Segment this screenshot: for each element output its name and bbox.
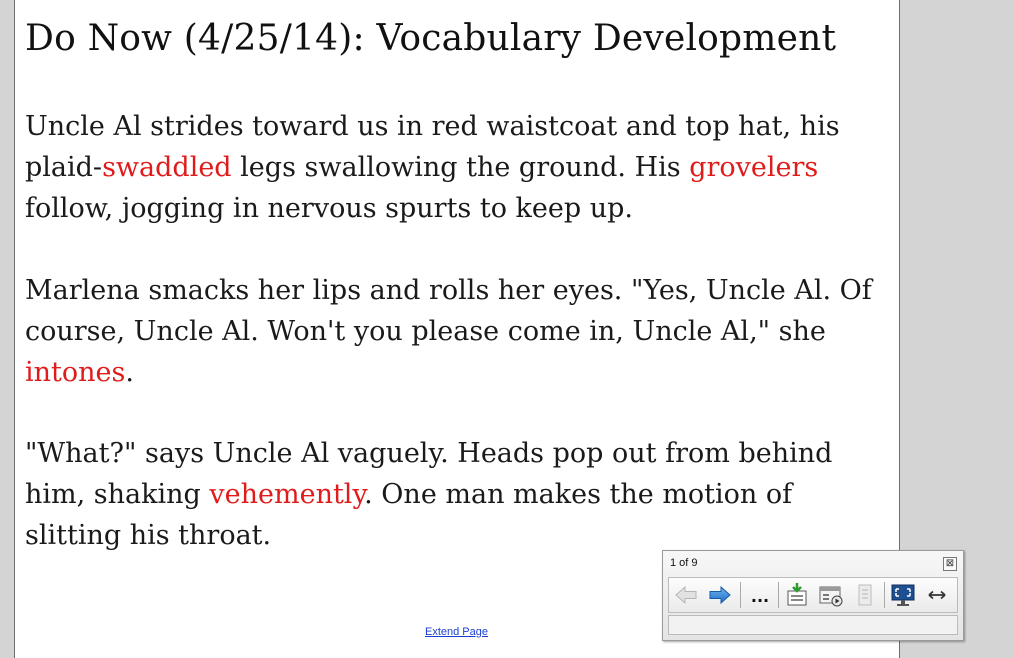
extend-page-link[interactable]: Extend Page (425, 626, 488, 638)
move-toolbar-icon[interactable] (924, 582, 950, 608)
paragraph-2: Marlena smacks her lips and rolls her ey… (25, 270, 885, 393)
close-icon[interactable]: ⊠ (943, 557, 957, 571)
text-span: legs swallowing the ground. His (231, 152, 690, 183)
floating-page-toolbar[interactable]: 1 of 9 ⊠ ... (662, 550, 964, 641)
back-arrow-icon[interactable] (673, 582, 699, 608)
page-counter: 1 of 9 (670, 557, 698, 569)
delete-page-icon[interactable] (852, 582, 878, 608)
vocab-word: swaddled (102, 152, 232, 183)
toolbar-separator (778, 582, 779, 608)
toolbar-status-area (668, 615, 958, 635)
toolbar-separator (884, 582, 885, 608)
paragraph-1: Uncle Al strides toward us in red waistc… (25, 106, 885, 229)
toolbar-separator (740, 582, 741, 608)
full-screen-icon[interactable] (890, 582, 916, 608)
text-span: follow, jogging in nervous spurts to kee… (25, 193, 634, 224)
vocab-word: vehemently (209, 479, 365, 510)
more-options-icon[interactable]: ... (747, 582, 773, 608)
media-player-icon[interactable] (818, 582, 844, 608)
text-span: . (125, 357, 134, 388)
toolbar-button-row: ... (668, 577, 958, 613)
text-span: Marlena smacks her lips and rolls her ey… (25, 275, 872, 347)
paragraph-3: "What?" says Uncle Al vaguely. Heads pop… (25, 433, 885, 556)
vocab-word: intones (25, 357, 126, 388)
vocab-word: grovelers (689, 152, 819, 183)
page-title: Do Now (4/25/14): Vocabulary Development (25, 18, 837, 59)
forward-arrow-icon[interactable] (707, 582, 733, 608)
insert-page-icon[interactable] (784, 582, 810, 608)
